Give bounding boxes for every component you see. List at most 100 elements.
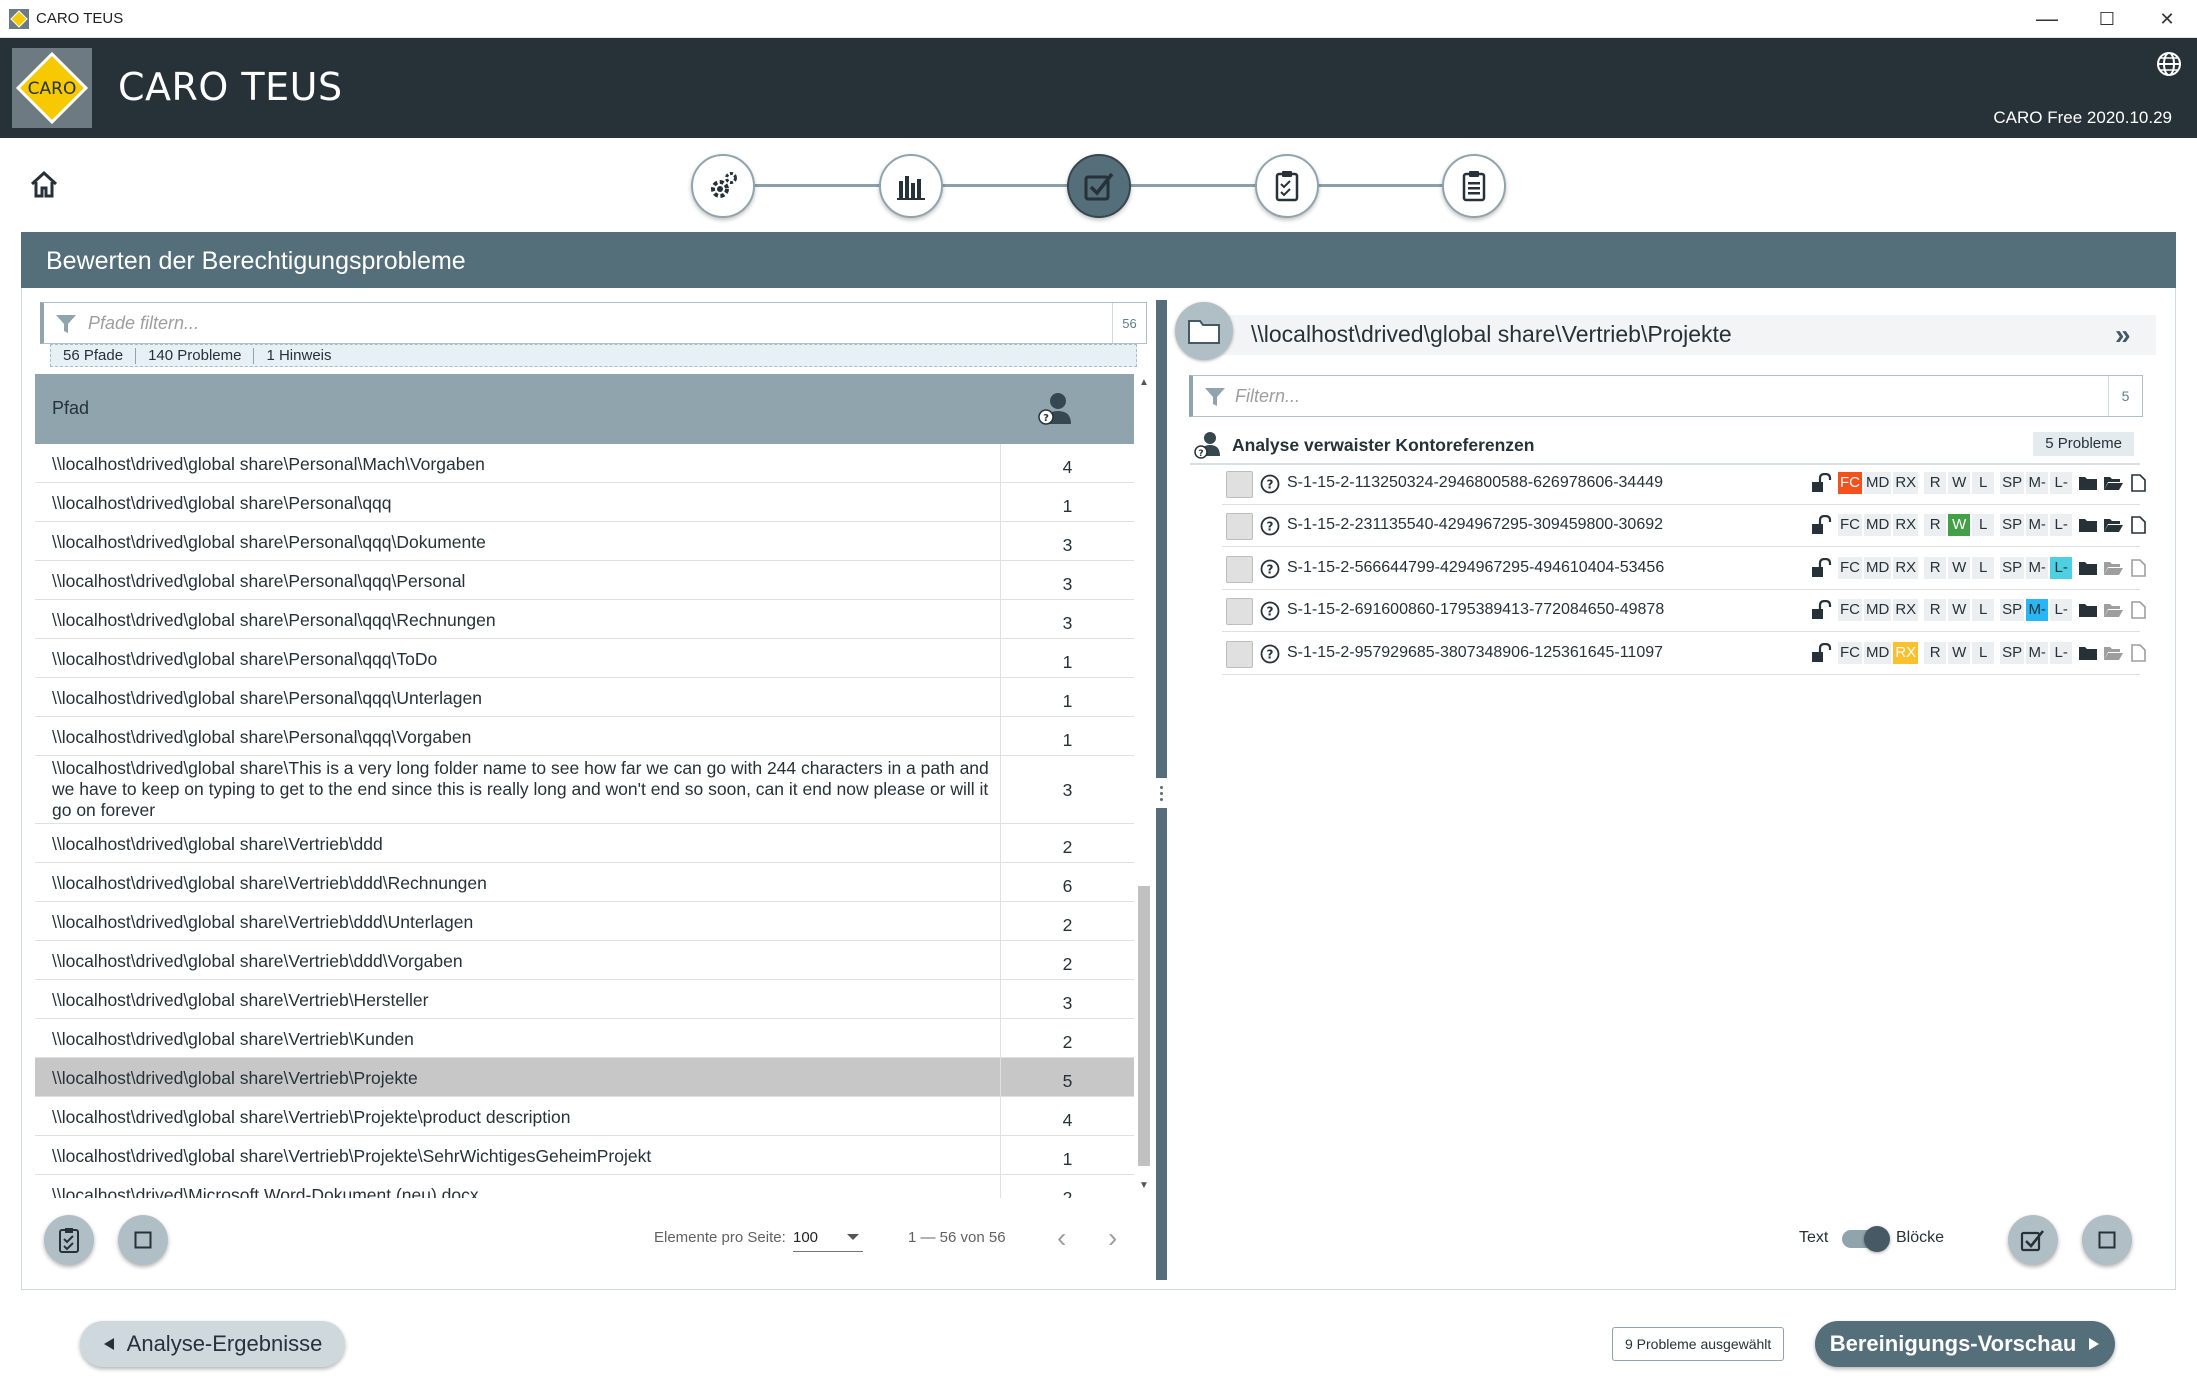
minimize-button[interactable]: —: [2017, 0, 2077, 38]
caro-logo: CARO: [12, 48, 92, 128]
scroll-up-arrow[interactable]: ▲: [1138, 377, 1150, 388]
table-row[interactable]: \\localhost\drived\global share\Vertrieb…: [35, 980, 1134, 1019]
select-all-problems-button[interactable]: [2082, 1215, 2132, 1265]
toggle-knob[interactable]: [1864, 1226, 1890, 1252]
splitter-handle[interactable]: [1156, 778, 1167, 808]
table-row[interactable]: \\localhost\drived\global share\Personal…: [35, 717, 1134, 756]
path-table: Pfad ? \\localhost\drived\global share\P…: [35, 374, 1134, 1198]
row-path: \\localhost\drived\global share\Vertrieb…: [52, 990, 429, 1010]
stat-hints: 1 Hinweis: [266, 346, 332, 364]
table-row[interactable]: \\localhost\drived\global share\Vertrieb…: [35, 824, 1134, 863]
table-row[interactable]: \\localhost\drived\global share\Personal…: [35, 483, 1134, 522]
problem-checkbox[interactable]: [1226, 513, 1253, 540]
home-icon[interactable]: [28, 168, 60, 200]
back-to-analysis-button[interactable]: Analyse-Ergebnisse: [80, 1321, 345, 1367]
row-path: \\localhost\drived\global share\Personal…: [52, 727, 472, 747]
step-settings[interactable]: [691, 154, 755, 218]
row-count: 2: [1000, 1019, 1134, 1057]
sid-row[interactable]: ? S-1-15-2-566644799-4294967295-494610404…: [1222, 548, 2146, 590]
cleanup-preview-button[interactable]: Bereinigungs-Vorschau: [1815, 1321, 2115, 1367]
flag-lminus: L-: [2050, 557, 2073, 579]
unlock-icon: [1812, 600, 1832, 619]
checkbox-empty-icon: [2098, 1231, 2116, 1249]
row-path: \\localhost\drived\global share\Vertrieb…: [52, 1068, 418, 1088]
row-count: 3: [1000, 522, 1134, 560]
table-scrollbar[interactable]: ▲ ▼: [1136, 374, 1152, 1198]
edit-check-icon: [1084, 172, 1114, 201]
checkbox-empty-icon: [134, 1231, 152, 1249]
step-analysis[interactable]: [879, 154, 943, 218]
clipboard-list-icon: [1462, 171, 1486, 202]
table-row[interactable]: \\localhost\drived\global share\Vertrieb…: [35, 1136, 1134, 1175]
filter-icon: [1205, 388, 1225, 406]
table-row[interactable]: \\localhost\drived\Microsoft Word-Dokume…: [35, 1175, 1134, 1198]
close-button[interactable]: ✕: [2137, 0, 2197, 38]
user-question-icon[interactable]: ?: [1036, 390, 1072, 430]
flag-l: L: [1972, 642, 1995, 664]
table-row[interactable]: \\localhost\drived\global share\Personal…: [35, 444, 1134, 483]
table-row[interactable]: \\localhost\drived\global share\Personal…: [35, 600, 1134, 639]
problem-checkbox[interactable]: [1226, 641, 1253, 668]
problem-filter-count: 5: [2108, 376, 2142, 416]
window-titlebar: CARO TEUS — ☐ ✕: [0, 0, 2197, 38]
table-row[interactable]: \\localhost\drived\global share\Vertrieb…: [35, 941, 1134, 980]
flag-sp: SP: [2000, 557, 2025, 579]
question-circle-icon: ?: [1260, 559, 1280, 579]
chevron-down-icon: [847, 1234, 859, 1240]
prev-page-button[interactable]: ‹: [1057, 1222, 1066, 1254]
unlock-icon: [1812, 515, 1832, 534]
path-filter-field[interactable]: Pfade filtern... 56: [40, 302, 1147, 344]
row-count: 3: [1000, 756, 1134, 823]
problem-filter-field[interactable]: Filtern... 5: [1189, 375, 2143, 417]
table-row[interactable]: \\localhost\drived\global share\This is …: [35, 756, 1134, 824]
problem-checkbox[interactable]: [1226, 471, 1253, 498]
next-page-button[interactable]: ›: [1108, 1222, 1117, 1254]
scroll-down-arrow[interactable]: ▼: [1138, 1180, 1150, 1191]
table-row[interactable]: \\localhost\drived\global share\Vertrieb…: [35, 1097, 1134, 1136]
clipboard-check-icon: [59, 1228, 79, 1253]
sid-text: S-1-15-2-957929685-3807348906-125361645-…: [1287, 644, 1664, 661]
language-globe-icon[interactable]: [2155, 50, 2183, 78]
table-row[interactable]: \\localhost\drived\global share\Personal…: [35, 522, 1134, 561]
column-header-path[interactable]: Pfad: [52, 398, 89, 419]
panel-splitter[interactable]: [1156, 300, 1167, 1280]
svg-text:?: ?: [1267, 478, 1274, 492]
table-row[interactable]: \\localhost\drived\global share\Vertrieb…: [35, 1058, 1134, 1097]
page-size-select[interactable]: 100: [793, 1224, 863, 1252]
stat-paths: 56 Pfade: [51, 347, 137, 364]
table-row[interactable]: \\localhost\drived\global share\Personal…: [35, 678, 1134, 717]
problem-checkbox[interactable]: [1226, 598, 1253, 625]
sid-row[interactable]: ? S-1-15-2-231135540-4294967295-309459800…: [1222, 505, 2146, 547]
table-row[interactable]: \\localhost\drived\global share\Vertrieb…: [35, 1019, 1134, 1058]
stepper-line: [753, 184, 883, 187]
step-report[interactable]: [1442, 154, 1506, 218]
row-path: \\localhost\drived\global share\Personal…: [52, 610, 496, 630]
table-row[interactable]: \\localhost\drived\global share\Vertrieb…: [35, 902, 1134, 941]
flag-w: W: [1948, 472, 1971, 494]
sid-row[interactable]: ? S-1-15-2-957929685-3807348906-125361645…: [1222, 633, 2146, 675]
problem-group-header[interactable]: ? Analyse verwaister Kontoreferenzen 5 P…: [1190, 430, 2140, 460]
table-row[interactable]: \\localhost\drived\global share\Personal…: [35, 561, 1134, 600]
evaluate-problems-button[interactable]: [2008, 1215, 2058, 1265]
app-title: CARO TEUS: [118, 65, 343, 109]
flag-md: MD: [1864, 557, 1892, 579]
sid-row[interactable]: ? S-1-15-2-113250324-2946800588-626978606…: [1222, 463, 2146, 505]
sid-row[interactable]: ? S-1-15-2-691600860-1795389413-772084650…: [1222, 590, 2146, 632]
evaluate-selected-button[interactable]: [44, 1215, 94, 1265]
flag-rx: RX: [1893, 599, 1919, 621]
problem-checkbox[interactable]: [1226, 556, 1253, 583]
maximize-button[interactable]: ☐: [2077, 0, 2137, 38]
step-checklist[interactable]: [1255, 154, 1319, 218]
path-filter-count: 56: [1112, 303, 1146, 343]
row-count: 2: [1000, 902, 1134, 940]
row-path: \\localhost\drived\global share\Personal…: [52, 649, 438, 669]
flag-l: L: [1972, 557, 1995, 579]
select-all-button[interactable]: [118, 1215, 168, 1265]
row-path: \\localhost\drived\global share\Vertrieb…: [52, 834, 383, 854]
step-evaluate[interactable]: [1067, 154, 1131, 218]
flag-lminus: L-: [2050, 472, 2073, 494]
expand-panel-icon[interactable]: »: [2115, 319, 2131, 351]
table-row[interactable]: \\localhost\drived\global share\Personal…: [35, 639, 1134, 678]
table-row[interactable]: \\localhost\drived\global share\Vertrieb…: [35, 863, 1134, 902]
scrollbar-thumb[interactable]: [1138, 886, 1150, 1166]
